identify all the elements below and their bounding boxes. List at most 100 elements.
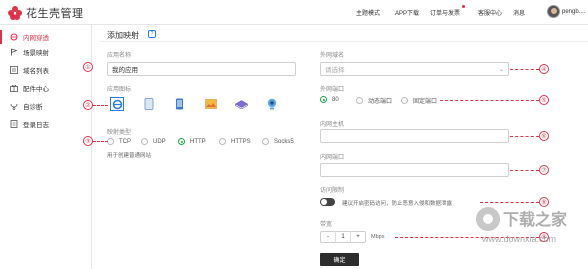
- sidebar-item-intranet[interactable]: 内网穿透: [0, 30, 91, 44]
- callout-4: ④: [539, 64, 549, 74]
- callout-line: [93, 141, 108, 142]
- sidebar-item-label: 自诊断: [23, 104, 43, 111]
- bandwidth-stepper[interactable]: - 1 +: [320, 231, 366, 243]
- user-menu[interactable]: pengb....: [547, 5, 585, 18]
- log-icon: [10, 120, 18, 128]
- radio-port-80[interactable]: 80: [320, 96, 339, 103]
- internal-port-label: 内网端口: [320, 155, 345, 161]
- callout-line: [440, 100, 539, 101]
- sidebar-item-accessory-center[interactable]: 配件中心: [0, 81, 91, 95]
- map-type-label: 映射类型: [107, 130, 132, 136]
- sidebar-item-label: 登录日志: [23, 122, 49, 129]
- radio-label: TCP: [119, 138, 131, 145]
- watermark-text: 下载之家: [503, 212, 568, 229]
- app-icon-label: 应用图标: [107, 87, 132, 93]
- radio-label: HTTPS: [231, 138, 251, 145]
- bandwidth-unit: Mbps: [371, 234, 385, 240]
- app-name-input[interactable]: 我的应用: [107, 62, 296, 76]
- sidebar-item-label: 场景映射: [23, 50, 49, 57]
- access-limit-note: 建议开启密码访问，防止恶意入侵和数据泄露: [342, 201, 453, 207]
- chevron-down-icon: ⌄: [498, 67, 504, 73]
- radio-udp[interactable]: UDP: [141, 138, 166, 145]
- nav-theme-mode[interactable]: 主题模式: [356, 8, 380, 17]
- sidebar-item-domain-list[interactable]: 域名列表: [0, 63, 91, 77]
- radio-label: UDP: [153, 138, 166, 145]
- radio-dot: [356, 97, 363, 104]
- internal-host-input[interactable]: [320, 129, 509, 143]
- list-icon: [10, 66, 18, 74]
- callout-5: ⑤: [539, 95, 549, 105]
- radio-dynamic-port[interactable]: 动态端口: [356, 96, 392, 105]
- sidebar-item-label: 域名列表: [23, 68, 49, 75]
- flag-icon: [10, 48, 18, 56]
- callout-line: [510, 69, 539, 70]
- internal-port-input[interactable]: [320, 163, 509, 177]
- callout-3: ③: [83, 136, 93, 146]
- radio-fixed-port[interactable]: 固定端口: [401, 96, 437, 105]
- sidebar-item-scene-mapping[interactable]: 场景映射: [0, 45, 91, 59]
- avatar: [547, 5, 560, 18]
- logo-text: 花生壳管理: [26, 8, 84, 20]
- radio-dot: [141, 138, 148, 145]
- internal-host-label: 内网主机: [320, 122, 345, 128]
- sidebar-item-label: 配件中心: [23, 86, 49, 93]
- callout-6: ⑥: [539, 131, 549, 141]
- access-limit-label: 访问限制: [320, 188, 345, 194]
- nav-messages[interactable]: 消息: [513, 8, 525, 17]
- radio-https[interactable]: HTTPS: [219, 138, 251, 145]
- submit-button[interactable]: 确定: [320, 253, 359, 266]
- network-icon: [10, 33, 18, 41]
- notification-dot: [462, 5, 465, 8]
- bandwidth-value[interactable]: 1: [336, 234, 350, 240]
- sidebar-item-self-diagnosis[interactable]: 自诊断: [0, 99, 91, 113]
- callout-line: [93, 105, 108, 106]
- app-name-label: 应用名称: [107, 53, 132, 59]
- logo[interactable]: 花生壳管理: [8, 5, 84, 21]
- webcam-icon[interactable]: [265, 97, 279, 111]
- map-type-note: 用于创建普通网站: [107, 153, 152, 159]
- bandwidth-label: 带宽: [320, 222, 333, 228]
- callout-line: [480, 202, 539, 203]
- radio-dot: [219, 138, 226, 145]
- page-title: 添加映射: [107, 31, 139, 40]
- watermark-logo-icon: [476, 207, 500, 231]
- divider: [100, 41, 588, 42]
- sidebar-item-login-log[interactable]: 登录日志: [0, 117, 91, 131]
- radio-dot: [178, 138, 185, 145]
- radio-label: 动态端口: [368, 99, 393, 105]
- external-domain-label: 外网域名: [320, 53, 345, 59]
- radio-label: 固定端口: [413, 99, 438, 105]
- nav-support-center[interactable]: 客服中心: [478, 8, 502, 17]
- nav-app-download[interactable]: APP下载: [395, 8, 419, 17]
- select-placeholder: 请选择: [325, 67, 345, 74]
- watermark-url: www.downxia.com: [482, 234, 557, 244]
- callout-2: ②: [83, 100, 93, 110]
- sidebar: 内网穿透 场景映射 域名列表 配件中心 自诊断 登录日志: [0, 25, 92, 269]
- phone-icon[interactable]: [172, 97, 186, 111]
- ie-browser-icon[interactable]: [110, 97, 124, 111]
- help-icon[interactable]: ?: [148, 30, 156, 38]
- tablet-icon[interactable]: [142, 97, 156, 111]
- access-limit-toggle[interactable]: [320, 198, 335, 206]
- radio-socks5[interactable]: Socks5: [262, 138, 294, 145]
- radio-http[interactable]: HTTP: [178, 138, 206, 145]
- callout-1: ①: [83, 62, 93, 72]
- diagnose-icon: [10, 102, 18, 110]
- radio-label: HTTP: [190, 138, 206, 145]
- radio-tcp[interactable]: TCP: [107, 138, 131, 145]
- increment-button[interactable]: +: [351, 234, 365, 240]
- radio-dot: [107, 138, 114, 145]
- decrement-button[interactable]: -: [321, 234, 335, 240]
- callout-7: ⑦: [539, 165, 549, 175]
- username: pengb....: [562, 8, 586, 15]
- callout-line: [510, 136, 539, 137]
- storage-device-icon[interactable]: [234, 97, 248, 111]
- nav-orders-invoices[interactable]: 订单与发票: [430, 8, 460, 17]
- radio-dot: [401, 97, 408, 104]
- gift-icon: [10, 84, 18, 92]
- flower-logo-icon: [8, 6, 22, 20]
- external-domain-select[interactable]: 请选择 ⌄: [320, 62, 509, 76]
- radio-dot: [320, 96, 327, 103]
- image-gallery-icon[interactable]: [204, 97, 218, 111]
- radio-label: Socks5: [274, 138, 294, 145]
